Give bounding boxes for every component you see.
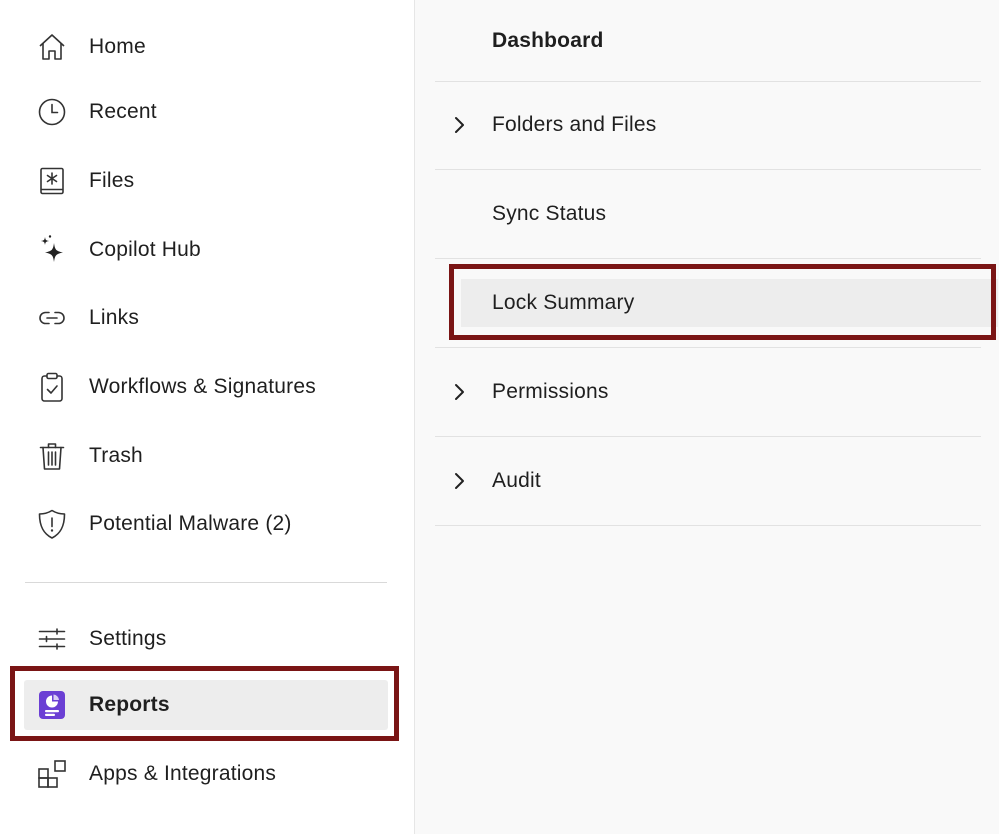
sidebar-item-label: Recent [89, 100, 157, 123]
clock-icon [36, 96, 68, 128]
sidebar-item-label: Workflows & Signatures [89, 375, 316, 398]
link-icon [36, 302, 68, 334]
menu-row-lock-summary[interactable]: Lock Summary [435, 259, 981, 348]
shield-alert-icon [36, 508, 68, 540]
menu-row-folders-and-files[interactable]: Folders and Files [435, 81, 981, 170]
app-window: Home Recent Files Copilot Hub Links Work… [0, 0, 999, 834]
sidebar-item-recent[interactable]: Recent [24, 87, 388, 137]
sidebar-item-label: Apps & Integrations [89, 762, 277, 785]
trash-icon [36, 440, 68, 472]
menu-row-label: Permissions [492, 380, 609, 403]
sidebar-item-potential-malware[interactable]: Potential Malware (2) [24, 499, 388, 549]
sidebar-item-label: Home [89, 35, 146, 58]
clipboard-check-icon [36, 371, 68, 403]
sidebar-item-label: Copilot Hub [89, 238, 201, 261]
chevron-right-icon[interactable] [451, 471, 467, 491]
menu-row-label: Folders and Files [492, 113, 657, 136]
sidebar-item-label: Links [89, 306, 140, 329]
chevron-right-icon[interactable] [451, 115, 467, 135]
menu-row-audit[interactable]: Audit [435, 437, 981, 526]
sidebar-item-home[interactable]: Home [24, 22, 388, 72]
sidebar-item-reports[interactable]: Reports [24, 680, 388, 730]
sidebar-item-workflows-signatures[interactable]: Workflows & Signatures [24, 362, 388, 412]
menu-row-label: Dashboard [492, 28, 604, 52]
sliders-icon [36, 623, 68, 655]
menu-row-dashboard[interactable]: Dashboard [435, 0, 981, 82]
sidebar-item-label: Settings [89, 627, 167, 650]
sidebar-item-settings[interactable]: Settings [24, 614, 388, 664]
sidebar: Home Recent Files Copilot Hub Links Work… [0, 0, 415, 834]
reports-menu-panel: Dashboard Folders and Files Sync Status … [415, 0, 999, 834]
files-icon [36, 165, 68, 197]
sidebar-item-files[interactable]: Files [24, 156, 388, 206]
sparkle-icon [36, 234, 68, 266]
sidebar-item-label: Trash [89, 444, 143, 467]
apps-icon [36, 758, 68, 790]
menu-row-label: Sync Status [492, 202, 607, 225]
chevron-right-icon[interactable] [451, 382, 467, 402]
sidebar-item-trash[interactable]: Trash [24, 431, 388, 481]
menu-row-permissions[interactable]: Permissions [435, 348, 981, 437]
sidebar-item-apps-integrations[interactable]: Apps & Integrations [24, 749, 388, 799]
reports-icon [36, 689, 68, 721]
sidebar-item-label: Potential Malware (2) [89, 512, 292, 535]
menu-row-label: Audit [492, 469, 541, 492]
sidebar-item-label: Reports [89, 693, 170, 716]
sidebar-item-links[interactable]: Links [24, 293, 388, 343]
sidebar-item-copilot-hub[interactable]: Copilot Hub [24, 225, 388, 275]
menu-row-sync-status[interactable]: Sync Status [435, 170, 981, 259]
sidebar-divider [25, 582, 387, 583]
home-icon [36, 31, 68, 63]
sidebar-item-label: Files [89, 169, 135, 192]
menu-row-label: Lock Summary [492, 291, 635, 314]
